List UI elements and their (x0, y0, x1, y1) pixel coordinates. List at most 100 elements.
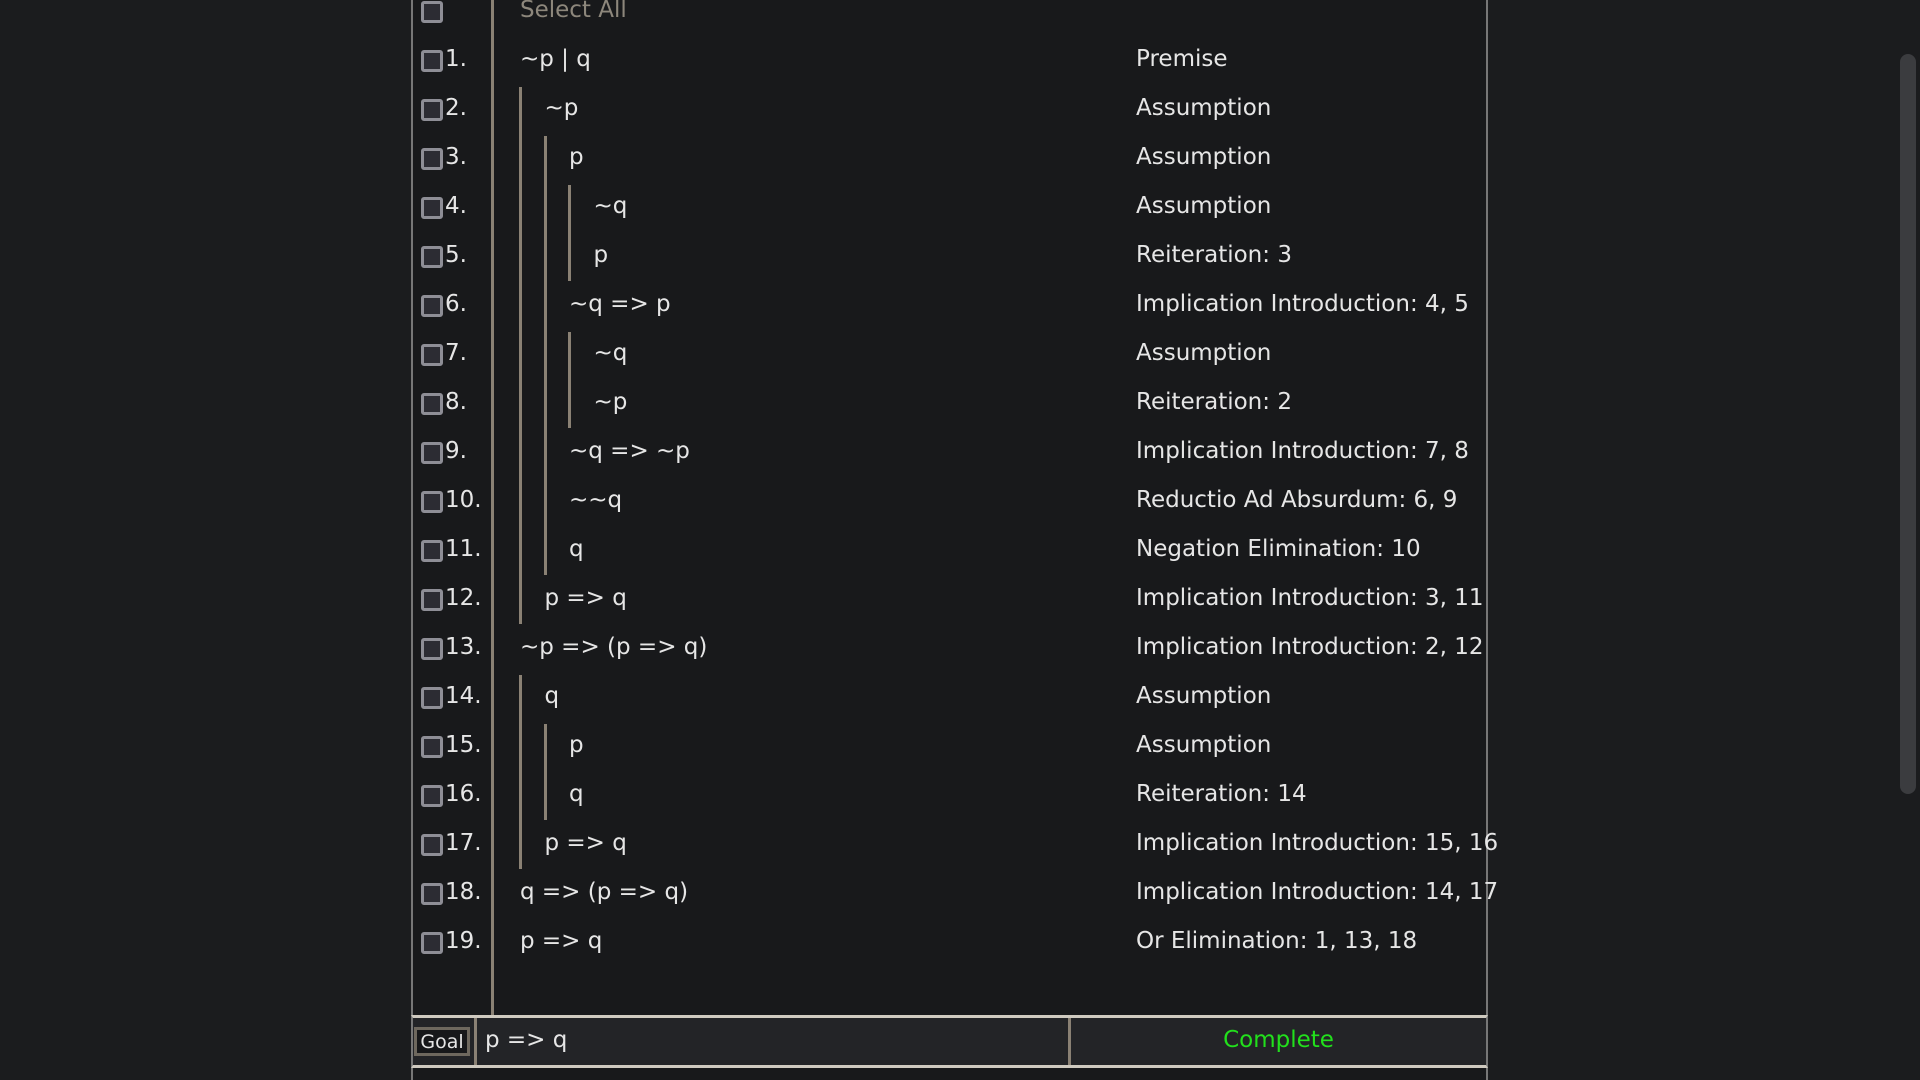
goal-bar: Goal p => q Complete (411, 1015, 1488, 1068)
subproof-bar (519, 134, 522, 183)
line-justification[interactable]: Implication Introduction: 3, 11 (1136, 585, 1484, 611)
line-formula[interactable]: p => q (545, 830, 627, 856)
subproof-bar (519, 87, 522, 134)
line-formula[interactable]: p (569, 144, 584, 170)
line-formula[interactable]: p => q (545, 585, 627, 611)
subproof-bar (543, 526, 547, 575)
proof-line[interactable]: 16. q Reiteration: 14 (413, 771, 1486, 820)
select-all-row[interactable]: Select All (413, 0, 1486, 36)
line-checkbox[interactable] (421, 834, 443, 856)
proof-line[interactable]: 5. p Reiteration: 3 (413, 232, 1486, 281)
line-checkbox[interactable] (421, 638, 443, 660)
line-checkbox[interactable] (421, 589, 443, 611)
proof-line[interactable]: 14. q Assumption (413, 673, 1486, 722)
goal-label: Goal (414, 1027, 470, 1056)
proof-line[interactable]: 4. ~q Assumption (413, 183, 1486, 232)
line-number: 8. (445, 389, 467, 415)
line-justification[interactable]: Assumption (1136, 95, 1271, 121)
line-checkbox[interactable] (421, 883, 443, 905)
subproof-bar (568, 332, 571, 379)
proof-line[interactable]: 8. ~p Reiteration: 2 (413, 379, 1486, 428)
line-formula[interactable]: ~q => ~p (569, 438, 690, 464)
goal-divider (474, 1018, 477, 1065)
line-justification[interactable]: Reiteration: 2 (1136, 389, 1292, 415)
proof-line[interactable]: 15. p Assumption (413, 722, 1486, 771)
line-justification[interactable]: Assumption (1136, 193, 1271, 219)
line-checkbox[interactable] (421, 99, 443, 121)
subproof-bar (543, 136, 547, 183)
line-formula[interactable]: ~p => (p => q) (520, 634, 707, 660)
line-checkbox[interactable] (421, 785, 443, 807)
line-formula[interactable]: ~q (594, 193, 628, 219)
subproof-bar (519, 575, 522, 624)
select-all-checkbox[interactable] (421, 1, 443, 23)
line-number: 5. (445, 242, 467, 268)
proof-line[interactable]: 6. ~q => p Implication Introduction: 4, … (413, 281, 1486, 330)
line-justification[interactable]: Assumption (1136, 732, 1271, 758)
proof-line[interactable]: 17. p => q Implication Introduction: 15,… (413, 820, 1498, 869)
line-formula[interactable]: p => q (520, 928, 602, 954)
line-justification[interactable]: Premise (1136, 46, 1228, 72)
line-checkbox[interactable] (421, 687, 443, 709)
line-justification[interactable]: Implication Introduction: 15, 16 (1136, 830, 1498, 856)
line-formula[interactable]: ~p (545, 95, 579, 121)
line-checkbox[interactable] (421, 50, 443, 72)
line-formula[interactable]: q => (p => q) (520, 879, 688, 905)
line-number: 11. (445, 536, 482, 562)
proof-line[interactable]: 3. p Assumption (413, 134, 1486, 183)
line-checkbox[interactable] (421, 442, 443, 464)
scrollbar-thumb[interactable] (1900, 54, 1916, 794)
line-checkbox[interactable] (421, 344, 443, 366)
line-justification[interactable]: Or Elimination: 1, 13, 18 (1136, 928, 1417, 954)
proof-line[interactable]: 9. ~q => ~p Implication Introduction: 7,… (413, 428, 1486, 477)
line-formula[interactable]: q (569, 781, 584, 807)
proof-line[interactable]: 12. p => q Implication Introduction: 3, … (413, 575, 1486, 624)
line-checkbox[interactable] (421, 148, 443, 170)
line-checkbox[interactable] (421, 197, 443, 219)
line-justification[interactable]: Reiteration: 14 (1136, 781, 1307, 807)
proof-line[interactable]: 18. q => (p => q) Implication Introducti… (413, 869, 1498, 918)
line-formula[interactable]: ~~q (569, 487, 622, 513)
line-justification[interactable]: Reductio Ad Absurdum: 6, 9 (1136, 487, 1457, 513)
subproof-bar (543, 281, 547, 330)
subproof-bar (543, 379, 547, 428)
line-checkbox[interactable] (421, 540, 443, 562)
line-justification[interactable]: Reiteration: 3 (1136, 242, 1292, 268)
proof-line[interactable]: 1. ~p | q Premise (413, 36, 1486, 85)
line-formula[interactable]: q (569, 536, 584, 562)
line-checkbox[interactable] (421, 932, 443, 954)
line-number: 14. (445, 683, 482, 709)
line-justification[interactable]: Implication Introduction: 14, 17 (1136, 879, 1498, 905)
line-justification[interactable]: Implication Introduction: 2, 12 (1136, 634, 1484, 660)
line-checkbox[interactable] (421, 736, 443, 758)
line-formula[interactable]: ~p (594, 389, 628, 415)
line-number: 1. (445, 46, 467, 72)
proof-line[interactable]: 19. p => q Or Elimination: 1, 13, 18 (413, 918, 1486, 967)
line-justification[interactable]: Negation Elimination: 10 (1136, 536, 1421, 562)
line-formula[interactable]: ~p | q (520, 46, 591, 72)
line-formula[interactable]: p (594, 242, 609, 268)
line-justification[interactable]: Assumption (1136, 144, 1271, 170)
line-formula[interactable]: ~q (594, 340, 628, 366)
line-checkbox[interactable] (421, 491, 443, 513)
line-justification[interactable]: Assumption (1136, 683, 1271, 709)
proof-line[interactable]: 13. ~p => (p => q) Implication Introduct… (413, 624, 1486, 673)
line-checkbox[interactable] (421, 393, 443, 415)
line-formula[interactable]: ~q => p (569, 291, 671, 317)
goal-status: Complete (1223, 1027, 1334, 1053)
proof-line[interactable]: 10. ~~q Reductio Ad Absurdum: 6, 9 (413, 477, 1486, 526)
subproof-bar (543, 771, 547, 820)
line-checkbox[interactable] (421, 295, 443, 317)
line-justification[interactable]: Implication Introduction: 7, 8 (1136, 438, 1469, 464)
proof-line[interactable]: 2. ~p Assumption (413, 85, 1486, 134)
line-formula[interactable]: p (569, 732, 584, 758)
line-checkbox[interactable] (421, 246, 443, 268)
subproof-bar (543, 477, 547, 526)
line-justification[interactable]: Implication Introduction: 4, 5 (1136, 291, 1469, 317)
goal-formula[interactable]: p => q (485, 1027, 567, 1053)
line-formula[interactable]: q (545, 683, 560, 709)
line-justification[interactable]: Assumption (1136, 340, 1271, 366)
proof-line[interactable]: 7. ~q Assumption (413, 330, 1486, 379)
proof-line[interactable]: 11. q Negation Elimination: 10 (413, 526, 1486, 575)
subproof-bar (568, 232, 571, 281)
